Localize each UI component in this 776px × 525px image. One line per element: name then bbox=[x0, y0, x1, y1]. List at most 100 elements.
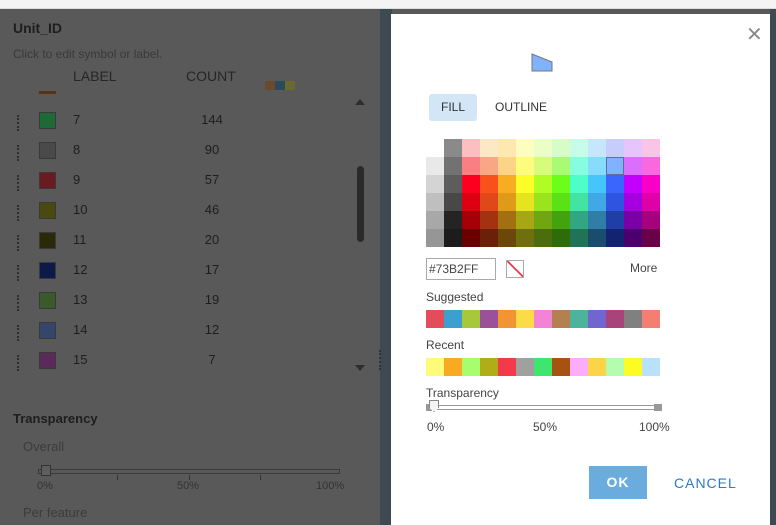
palette-color[interactable] bbox=[480, 211, 498, 229]
drag-handle-icon[interactable] bbox=[17, 265, 20, 281]
overall-slider-thumb[interactable] bbox=[41, 465, 51, 476]
palette-color[interactable] bbox=[570, 157, 588, 175]
palette-color[interactable] bbox=[516, 139, 534, 157]
palette-color[interactable] bbox=[606, 157, 624, 175]
palette-color[interactable] bbox=[444, 193, 462, 211]
transparency-slider[interactable] bbox=[427, 405, 661, 410]
palette-color[interactable] bbox=[606, 229, 624, 247]
drag-handle-icon[interactable] bbox=[17, 235, 20, 251]
palette-color[interactable] bbox=[516, 229, 534, 247]
symbol-swatch[interactable] bbox=[39, 232, 56, 249]
recent-color[interactable] bbox=[552, 358, 570, 376]
symbol-swatch[interactable] bbox=[39, 112, 56, 129]
symbol-swatch[interactable] bbox=[39, 262, 56, 279]
palette-color[interactable] bbox=[570, 229, 588, 247]
suggested-color[interactable] bbox=[516, 310, 534, 328]
palette-color[interactable] bbox=[480, 229, 498, 247]
palette-color[interactable] bbox=[552, 175, 570, 193]
table-row[interactable]: 13 19 bbox=[0, 289, 360, 319]
suggested-color[interactable] bbox=[642, 310, 660, 328]
drag-handle-icon[interactable] bbox=[17, 355, 20, 371]
palette-color[interactable] bbox=[516, 175, 534, 193]
palette-color[interactable] bbox=[606, 175, 624, 193]
palette-color[interactable] bbox=[498, 211, 516, 229]
list-scrollbar-thumb[interactable] bbox=[357, 166, 364, 242]
palette-color[interactable] bbox=[606, 193, 624, 211]
palette-color[interactable] bbox=[534, 211, 552, 229]
recent-color[interactable] bbox=[480, 358, 498, 376]
palette-color[interactable] bbox=[624, 193, 642, 211]
drag-handle-icon[interactable] bbox=[17, 205, 20, 221]
recent-color[interactable] bbox=[462, 358, 480, 376]
palette-color[interactable] bbox=[480, 139, 498, 157]
palette-color[interactable] bbox=[552, 193, 570, 211]
symbol-swatch[interactable] bbox=[39, 142, 56, 159]
row-label[interactable]: 11 bbox=[73, 232, 87, 247]
tab-fill[interactable]: FILL bbox=[429, 94, 478, 121]
palette-color[interactable] bbox=[516, 157, 534, 175]
palette-color[interactable] bbox=[480, 175, 498, 193]
table-row[interactable]: 15 7 bbox=[0, 349, 360, 379]
table-row[interactable]: 9 57 bbox=[0, 169, 360, 199]
palette-color[interactable] bbox=[534, 193, 552, 211]
recent-color[interactable] bbox=[606, 358, 624, 376]
suggested-color[interactable] bbox=[588, 310, 606, 328]
palette-color[interactable] bbox=[444, 157, 462, 175]
palette-color[interactable] bbox=[534, 229, 552, 247]
palette-color[interactable] bbox=[642, 211, 660, 229]
palette-color[interactable] bbox=[552, 211, 570, 229]
table-row[interactable]: 7 144 bbox=[0, 109, 360, 139]
palette-color[interactable] bbox=[480, 157, 498, 175]
row-label[interactable]: 8 bbox=[73, 142, 80, 157]
suggested-color[interactable] bbox=[624, 310, 642, 328]
suggested-color[interactable] bbox=[426, 310, 444, 328]
row-label[interactable]: 14 bbox=[73, 322, 87, 337]
palette-color[interactable] bbox=[462, 211, 480, 229]
recent-color[interactable] bbox=[570, 358, 588, 376]
palette-color[interactable] bbox=[624, 211, 642, 229]
recent-color[interactable] bbox=[426, 358, 444, 376]
recent-color[interactable] bbox=[516, 358, 534, 376]
drag-handle-icon[interactable] bbox=[17, 115, 20, 131]
palette-color[interactable] bbox=[426, 175, 444, 193]
palette-color[interactable] bbox=[498, 157, 516, 175]
suggested-color[interactable] bbox=[462, 310, 480, 328]
symbol-swatch[interactable] bbox=[39, 202, 56, 219]
palette-color[interactable] bbox=[588, 229, 606, 247]
palette-color[interactable] bbox=[552, 229, 570, 247]
row-label[interactable]: 15 bbox=[73, 352, 87, 367]
palette-color[interactable] bbox=[642, 229, 660, 247]
drag-handle-icon[interactable] bbox=[17, 295, 20, 311]
palette-color[interactable] bbox=[444, 229, 462, 247]
hex-color-input[interactable]: #73B2FF bbox=[426, 258, 496, 280]
table-row[interactable]: 10 46 bbox=[0, 199, 360, 229]
scroll-down-arrow[interactable] bbox=[355, 365, 365, 371]
palette-color[interactable] bbox=[588, 139, 606, 157]
scroll-up-arrow[interactable] bbox=[355, 99, 365, 105]
symbol-swatch[interactable] bbox=[39, 352, 56, 369]
palette-color[interactable] bbox=[462, 229, 480, 247]
palette-color[interactable] bbox=[570, 211, 588, 229]
palette-color[interactable] bbox=[534, 157, 552, 175]
palette-color[interactable] bbox=[570, 193, 588, 211]
table-row[interactable]: 14 12 bbox=[0, 319, 360, 349]
palette-color[interactable] bbox=[426, 229, 444, 247]
recent-color[interactable] bbox=[444, 358, 462, 376]
suggested-color[interactable] bbox=[552, 310, 570, 328]
suggested-color[interactable] bbox=[606, 310, 624, 328]
palette-color[interactable] bbox=[570, 139, 588, 157]
close-icon[interactable]: ✕ bbox=[746, 22, 763, 47]
palette-color[interactable] bbox=[588, 157, 606, 175]
suggested-color[interactable] bbox=[534, 310, 552, 328]
palette-color[interactable] bbox=[642, 157, 660, 175]
palette-color[interactable] bbox=[606, 139, 624, 157]
row-label[interactable]: 12 bbox=[73, 262, 87, 277]
ok-button[interactable]: OK bbox=[589, 466, 647, 499]
palette-color[interactable] bbox=[588, 211, 606, 229]
palette-color[interactable] bbox=[498, 193, 516, 211]
symbol-swatch[interactable] bbox=[39, 172, 56, 189]
recent-color[interactable] bbox=[624, 358, 642, 376]
recent-color[interactable] bbox=[588, 358, 606, 376]
palette-color[interactable] bbox=[624, 229, 642, 247]
recent-color[interactable] bbox=[498, 358, 516, 376]
